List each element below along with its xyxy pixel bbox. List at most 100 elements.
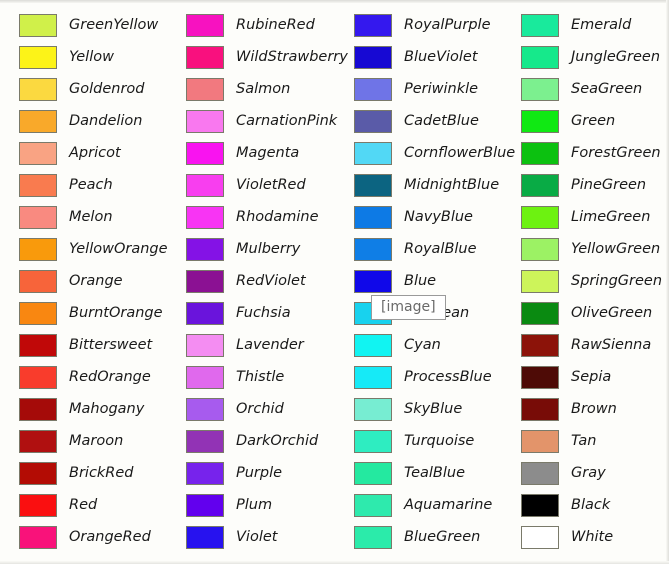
swatch-row[interactable]: Cyan bbox=[354, 334, 441, 357]
swatch-row[interactable]: Brown bbox=[521, 398, 617, 421]
color-swatch-chip[interactable] bbox=[354, 526, 392, 549]
swatch-row[interactable]: Tan bbox=[521, 430, 596, 453]
swatch-row[interactable]: Dandelion bbox=[19, 110, 142, 133]
color-swatch-chip[interactable] bbox=[19, 206, 57, 229]
swatch-row[interactable]: ProcessBlue bbox=[354, 366, 492, 389]
color-swatch-chip[interactable] bbox=[19, 238, 57, 261]
swatch-row[interactable]: Mulberry bbox=[186, 238, 300, 261]
color-swatch-chip[interactable] bbox=[521, 494, 559, 517]
swatch-row[interactable]: Magenta bbox=[186, 142, 299, 165]
color-swatch-chip[interactable] bbox=[354, 430, 392, 453]
swatch-row[interactable]: Violet bbox=[186, 526, 277, 549]
color-swatch-chip[interactable] bbox=[186, 334, 224, 357]
color-swatch-chip[interactable] bbox=[186, 238, 224, 261]
swatch-row[interactable]: BrickRed bbox=[19, 462, 134, 485]
color-swatch-chip[interactable] bbox=[186, 462, 224, 485]
color-swatch-chip[interactable] bbox=[521, 398, 559, 421]
color-swatch-chip[interactable] bbox=[521, 78, 559, 101]
swatch-row[interactable]: RubineRed bbox=[186, 14, 315, 37]
swatch-row[interactable]: Melon bbox=[19, 206, 113, 229]
color-swatch-chip[interactable] bbox=[19, 142, 57, 165]
color-swatch-chip[interactable] bbox=[354, 238, 392, 261]
swatch-row[interactable]: Plum bbox=[186, 494, 272, 517]
swatch-row[interactable]: Fuchsia bbox=[186, 302, 291, 325]
swatch-row[interactable]: Maroon bbox=[19, 430, 123, 453]
color-swatch-chip[interactable] bbox=[521, 302, 559, 325]
swatch-row[interactable]: Orange bbox=[19, 270, 123, 293]
color-swatch-chip[interactable] bbox=[354, 142, 392, 165]
color-swatch-chip[interactable] bbox=[354, 46, 392, 69]
swatch-row[interactable]: Lavender bbox=[186, 334, 304, 357]
swatch-row[interactable]: RawSienna bbox=[521, 334, 651, 357]
color-swatch-chip[interactable] bbox=[354, 270, 392, 293]
color-swatch-chip[interactable] bbox=[186, 142, 224, 165]
color-swatch-chip[interactable] bbox=[521, 270, 559, 293]
swatch-row[interactable]: Salmon bbox=[186, 78, 290, 101]
color-swatch-chip[interactable] bbox=[354, 78, 392, 101]
swatch-row[interactable]: Rhodamine bbox=[186, 206, 319, 229]
color-swatch-chip[interactable] bbox=[521, 14, 559, 37]
color-swatch-chip[interactable] bbox=[521, 174, 559, 197]
color-swatch-chip[interactable] bbox=[19, 110, 57, 133]
swatch-row[interactable]: ForestGreen bbox=[521, 142, 661, 165]
color-swatch-chip[interactable] bbox=[186, 302, 224, 325]
swatch-row[interactable]: TealBlue bbox=[354, 462, 465, 485]
color-swatch-chip[interactable] bbox=[186, 494, 224, 517]
swatch-row[interactable]: Bittersweet bbox=[19, 334, 152, 357]
swatch-row[interactable]: PineGreen bbox=[521, 174, 646, 197]
color-swatch-chip[interactable] bbox=[19, 366, 57, 389]
color-swatch-chip[interactable] bbox=[19, 462, 57, 485]
swatch-row[interactable]: Periwinkle bbox=[354, 78, 478, 101]
color-swatch-chip[interactable] bbox=[186, 110, 224, 133]
color-swatch-chip[interactable] bbox=[521, 238, 559, 261]
swatch-row[interactable]: RoyalPurple bbox=[354, 14, 491, 37]
color-swatch-chip[interactable] bbox=[354, 206, 392, 229]
swatch-row[interactable]: OrangeRed bbox=[19, 526, 151, 549]
swatch-row[interactable]: Purple bbox=[186, 462, 282, 485]
color-swatch-chip[interactable] bbox=[186, 206, 224, 229]
color-swatch-chip[interactable] bbox=[521, 206, 559, 229]
swatch-row[interactable]: Green bbox=[521, 110, 615, 133]
swatch-row[interactable]: DarkOrchid bbox=[186, 430, 318, 453]
swatch-row[interactable]: Gray bbox=[521, 462, 606, 485]
color-swatch-chip[interactable] bbox=[521, 110, 559, 133]
color-swatch-chip[interactable] bbox=[521, 334, 559, 357]
swatch-row[interactable]: RoyalBlue bbox=[354, 238, 477, 261]
color-swatch-chip[interactable] bbox=[354, 494, 392, 517]
swatch-row[interactable]: Peach bbox=[19, 174, 113, 197]
color-swatch-chip[interactable] bbox=[19, 494, 57, 517]
color-swatch-chip[interactable] bbox=[19, 270, 57, 293]
color-swatch-chip[interactable] bbox=[521, 46, 559, 69]
color-swatch-chip[interactable] bbox=[19, 430, 57, 453]
color-swatch-chip[interactable] bbox=[186, 398, 224, 421]
swatch-row[interactable]: Mahogany bbox=[19, 398, 144, 421]
swatch-row[interactable]: SeaGreen bbox=[521, 78, 642, 101]
swatch-row[interactable]: GreenYellow bbox=[19, 14, 158, 37]
color-swatch-chip[interactable] bbox=[521, 430, 559, 453]
swatch-row[interactable]: YellowOrange bbox=[19, 238, 168, 261]
color-swatch-chip[interactable] bbox=[186, 14, 224, 37]
color-swatch-chip[interactable] bbox=[354, 398, 392, 421]
swatch-row[interactable]: LimeGreen bbox=[521, 206, 650, 229]
swatch-row[interactable]: BlueGreen bbox=[354, 526, 480, 549]
color-swatch-chip[interactable] bbox=[354, 110, 392, 133]
swatch-row[interactable]: Aquamarine bbox=[354, 494, 492, 517]
color-swatch-chip[interactable] bbox=[186, 270, 224, 293]
color-swatch-chip[interactable] bbox=[186, 174, 224, 197]
swatch-row[interactable]: RedViolet bbox=[186, 270, 306, 293]
swatch-row[interactable]: SpringGreen bbox=[521, 270, 662, 293]
color-swatch-chip[interactable] bbox=[354, 14, 392, 37]
color-swatch-chip[interactable] bbox=[19, 526, 57, 549]
color-swatch-chip[interactable] bbox=[354, 174, 392, 197]
swatch-row[interactable]: Emerald bbox=[521, 14, 631, 37]
color-swatch-chip[interactable] bbox=[186, 430, 224, 453]
color-swatch-chip[interactable] bbox=[19, 398, 57, 421]
swatch-row[interactable]: Turquoise bbox=[354, 430, 474, 453]
swatch-row[interactable]: NavyBlue bbox=[354, 206, 473, 229]
swatch-row[interactable]: MidnightBlue bbox=[354, 174, 499, 197]
color-swatch-chip[interactable] bbox=[354, 334, 392, 357]
color-swatch-chip[interactable] bbox=[19, 302, 57, 325]
color-swatch-chip[interactable] bbox=[19, 14, 57, 37]
color-swatch-chip[interactable] bbox=[19, 46, 57, 69]
color-swatch-chip[interactable] bbox=[186, 46, 224, 69]
